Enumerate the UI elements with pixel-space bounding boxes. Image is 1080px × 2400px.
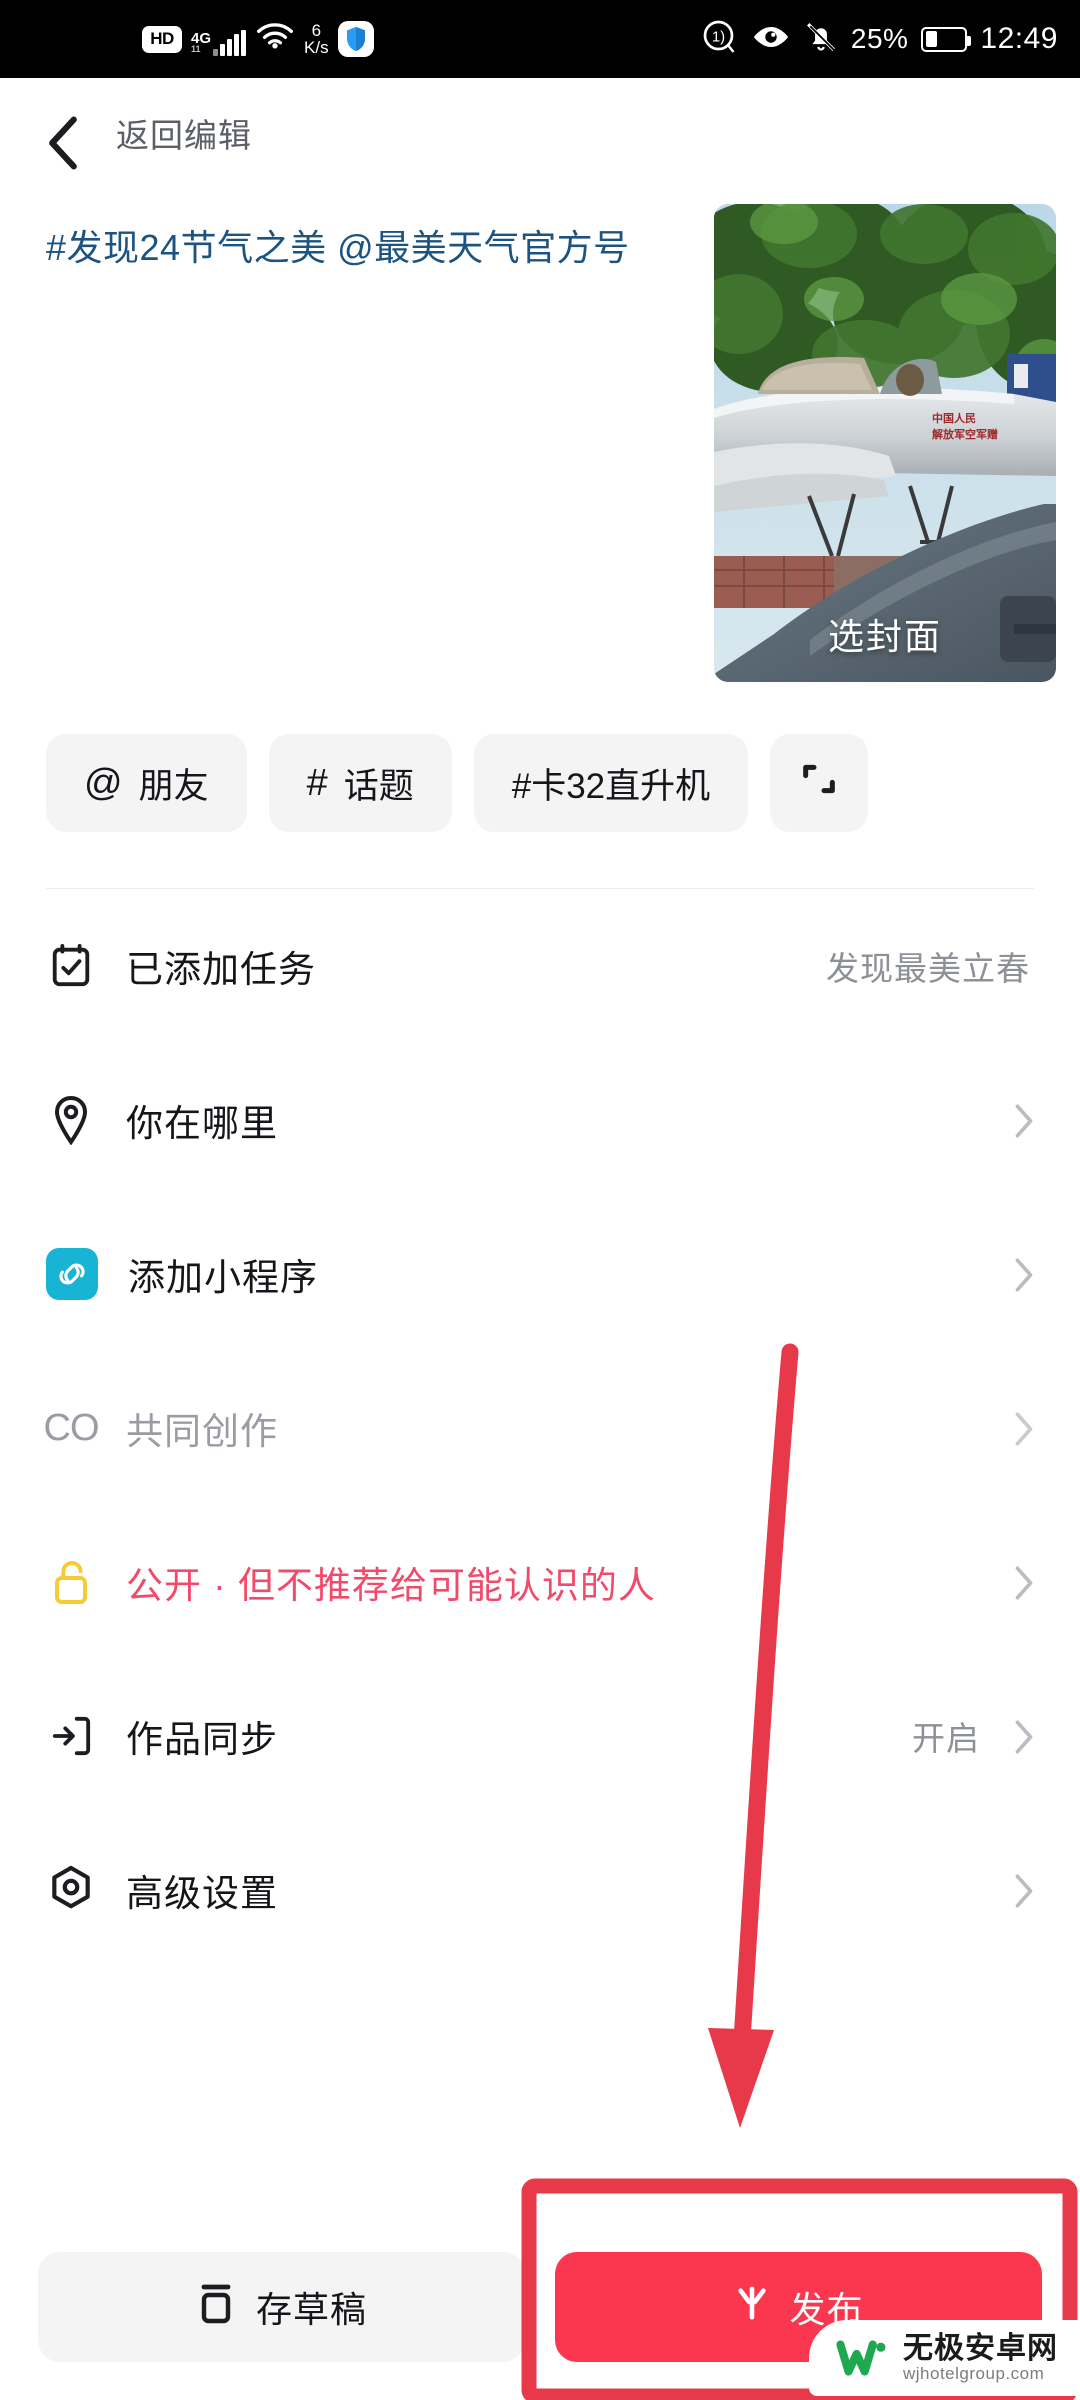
- save-draft-button[interactable]: 存草稿: [38, 2252, 525, 2362]
- status-bar: HD 4G 11 6 K/s 1) 25% 12:49: [0, 0, 1080, 78]
- scan-corners-icon: [799, 759, 839, 808]
- cover-select-label[interactable]: 选封面: [714, 608, 1056, 660]
- row-added-task[interactable]: 已添加任务 发现最美立春: [46, 889, 1034, 1043]
- mini-program-icon: [46, 1248, 98, 1300]
- chip-topic-label: 话题: [343, 766, 414, 806]
- data-speed-unit: K/s: [304, 38, 329, 57]
- unlock-icon: [46, 1557, 96, 1607]
- battery-percent-label: 25%: [850, 23, 909, 54]
- row-privacy-label: 公开 · 但不推荐给可能认识的人: [126, 1565, 656, 1606]
- wifi-icon: [255, 21, 295, 58]
- signal-indicator: 4G 11: [191, 22, 247, 56]
- chip-mention-friend-label: 朋友: [138, 766, 209, 806]
- chip-scan-expand[interactable]: [770, 734, 869, 832]
- caption-input[interactable]: #发现24节气之美 @最美天气官方号: [46, 204, 714, 682]
- row-added-task-value: 发现最美立春: [826, 950, 1030, 987]
- eye-care-icon: [751, 23, 791, 56]
- chevron-right-icon: [1014, 1719, 1034, 1754]
- row-co-create-label: 共同创作: [126, 1411, 278, 1452]
- hexagon-settings-icon: [46, 1865, 96, 1915]
- chevron-right-icon: [1014, 1103, 1034, 1138]
- clock-label: 12:49: [980, 22, 1058, 55]
- watermark-site-name: 无极安卓网: [903, 2332, 1058, 2366]
- network-sub-text: 11: [191, 44, 201, 54]
- mute-bell-icon: [804, 20, 838, 59]
- save-draft-label: 存草稿: [255, 2289, 367, 2330]
- chevron-right-icon: [1014, 1873, 1034, 1908]
- chip-topic[interactable]: # 话题: [268, 734, 452, 832]
- row-sync-value: 开启: [912, 1720, 980, 1757]
- svg-text:解放军空军赠: 解放军空军赠: [932, 427, 998, 441]
- location-pin-icon: [46, 1095, 96, 1145]
- row-advanced-settings[interactable]: 高级设置: [46, 1813, 1034, 1967]
- watermark-text: 无极安卓网 wjhotelgroup.com: [903, 2333, 1058, 2382]
- hd-badge: HD: [142, 25, 182, 53]
- watermark-logo-icon: [835, 2331, 889, 2385]
- row-sync[interactable]: 作品同步 开启: [46, 1659, 1034, 1813]
- row-advanced-settings-label: 高级设置: [126, 1873, 278, 1914]
- svg-text:中国人民: 中国人民: [932, 411, 976, 425]
- row-mini-program[interactable]: 添加小程序: [46, 1197, 1034, 1351]
- back-chevron-icon[interactable]: [46, 116, 80, 170]
- volume-limit-icon: 1): [702, 19, 738, 60]
- quick-insert-chips: @ 朋友 # 话题 #卡32直升机: [0, 682, 1080, 832]
- chip-hashtag-ka32-label: #卡32直升机: [511, 766, 711, 806]
- post-editor: #发现24节气之美 @最美天气官方号 中国人民 解放军空军赠 选封面: [0, 188, 1080, 682]
- network-type-label: 4G 11: [191, 22, 211, 56]
- chevron-right-icon: [1014, 1411, 1034, 1446]
- row-location[interactable]: 你在哪里: [46, 1043, 1034, 1197]
- status-bar-left: HD 4G 11 6 K/s: [142, 0, 374, 78]
- chevron-right-icon: [1014, 1257, 1034, 1292]
- chevron-right-icon: [1014, 1565, 1034, 1600]
- signal-bars-icon: [213, 30, 247, 56]
- sparkle-icon: [733, 2283, 771, 2332]
- sync-icon: [46, 1711, 96, 1761]
- site-watermark: 无极安卓网 wjhotelgroup.com: [809, 2320, 1080, 2396]
- cover-thumbnail[interactable]: 中国人民解放军空军赠 选封面: [714, 204, 1056, 682]
- hash-symbol-icon: #: [306, 761, 328, 804]
- row-location-label: 你在哪里: [126, 1103, 278, 1144]
- post-options-list: 已添加任务 发现最美立春 你在哪里 添加小程序 CO 共同创作 公开 · 但不推…: [0, 889, 1080, 1967]
- page-header: 返回编辑: [0, 78, 1080, 188]
- battery-icon: [921, 26, 972, 52]
- draft-box-icon: [196, 2281, 236, 2334]
- page-title: 返回编辑: [116, 117, 252, 154]
- calendar-check-icon: [46, 941, 96, 991]
- row-added-task-label: 已添加任务: [126, 949, 316, 990]
- row-privacy[interactable]: 公开 · 但不推荐给可能认识的人: [46, 1505, 1034, 1659]
- at-symbol-icon: @: [84, 761, 123, 804]
- svg-text:1): 1): [712, 28, 725, 45]
- shield-icon: [337, 21, 374, 57]
- row-sync-label: 作品同步: [126, 1719, 278, 1760]
- watermark-site-url: wjhotelgroup.com: [903, 2363, 1045, 2383]
- data-speed-value: 6: [311, 21, 322, 40]
- chip-mention-friend[interactable]: @ 朋友: [46, 734, 247, 832]
- row-co-create[interactable]: CO 共同创作: [43, 1351, 1034, 1505]
- status-bar-right: 1) 25% 12:49: [702, 0, 1058, 78]
- chip-hashtag-ka32[interactable]: #卡32直升机: [473, 734, 749, 832]
- co-create-icon: CO: [43, 1406, 100, 1449]
- data-speed-indicator: 6 K/s: [304, 22, 329, 56]
- row-mini-program-label: 添加小程序: [128, 1257, 318, 1298]
